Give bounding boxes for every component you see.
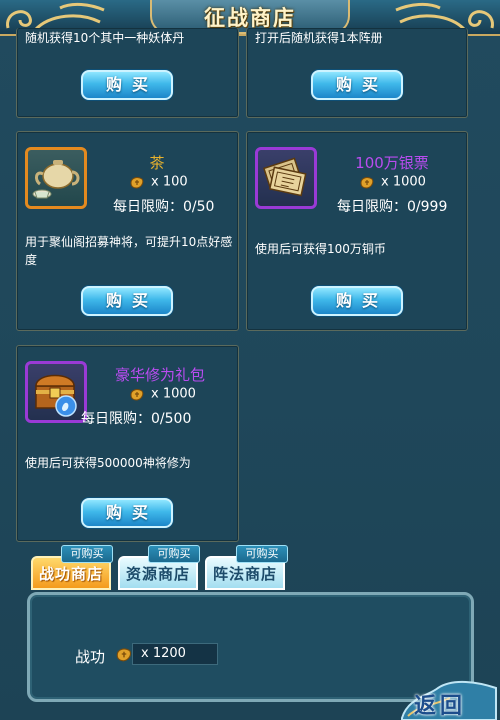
price-row: x 1000 bbox=[129, 386, 196, 402]
item-desc: 用于聚仙阁招募神将，可提升10点好感度 bbox=[25, 235, 233, 267]
buy-button[interactable]: 购买 bbox=[81, 498, 173, 528]
item-desc: 打开后随机获得1本阵册 bbox=[255, 31, 383, 45]
currency-value: x 1200 bbox=[132, 643, 218, 665]
merit-coin-icon bbox=[130, 389, 144, 401]
item-card-gift-pack: 豪华修为礼包 x 1000 每日限购：0/500 使用后可获得500000神将修… bbox=[16, 345, 239, 542]
available-badge: 可购买 bbox=[148, 545, 200, 563]
currency-label: 战功 bbox=[75, 648, 106, 666]
banknote-icon bbox=[262, 157, 307, 197]
available-badge: 可购买 bbox=[61, 545, 113, 563]
item-card-partial-left: 随机获得10个其中一种妖体丹 购买 bbox=[16, 28, 239, 118]
item-name: 100万银票 bbox=[355, 154, 429, 172]
item-icon-frame[interactable] bbox=[25, 147, 87, 209]
item-icon-frame[interactable] bbox=[25, 361, 87, 423]
merit-coin-icon bbox=[116, 648, 132, 662]
purchase-limit: 每日限购：0/50 bbox=[113, 199, 215, 215]
item-name: 茶 bbox=[149, 154, 165, 172]
item-price: x 100 bbox=[151, 174, 188, 190]
buy-button[interactable]: 购买 bbox=[81, 70, 173, 100]
item-desc: 使用后可获得100万铜币 bbox=[255, 242, 386, 256]
item-icon-frame[interactable] bbox=[255, 147, 317, 209]
purchase-limit: 每日限购：0/500 bbox=[81, 411, 192, 427]
buy-button[interactable]: 购买 bbox=[311, 286, 403, 316]
item-name: 豪华修为礼包 bbox=[114, 366, 205, 384]
merit-coin-icon bbox=[130, 177, 144, 189]
item-card-banknote: 100万银票 x 1000 每日限购：0/999 使用后可获得100万铜币 购买 bbox=[246, 131, 468, 331]
price-row: x 1000 bbox=[359, 174, 426, 190]
item-price: x 1000 bbox=[151, 386, 196, 402]
buy-button[interactable]: 购买 bbox=[81, 286, 173, 316]
item-price: x 1000 bbox=[381, 174, 426, 190]
item-desc: 随机获得10个其中一种妖体丹 bbox=[25, 31, 185, 45]
available-badge: 可购买 bbox=[236, 545, 288, 563]
item-desc: 使用后可获得500000神将修为 bbox=[25, 456, 191, 470]
item-card-tea: 茶 x 100 每日限购：0/50 用于聚仙阁招募神将，可提升10点好感度 购买 bbox=[16, 131, 239, 331]
item-card-partial-right: 打开后随机获得1本阵册 购买 bbox=[246, 28, 468, 118]
purchase-limit: 每日限购：0/999 bbox=[337, 199, 448, 215]
price-row: x 100 bbox=[129, 174, 188, 190]
back-button[interactable]: 返回 bbox=[414, 688, 466, 720]
buy-button[interactable]: 购买 bbox=[311, 70, 403, 100]
treasure-chest-icon bbox=[35, 374, 77, 417]
teapot-icon bbox=[32, 160, 80, 199]
merit-coin-icon bbox=[360, 177, 374, 189]
